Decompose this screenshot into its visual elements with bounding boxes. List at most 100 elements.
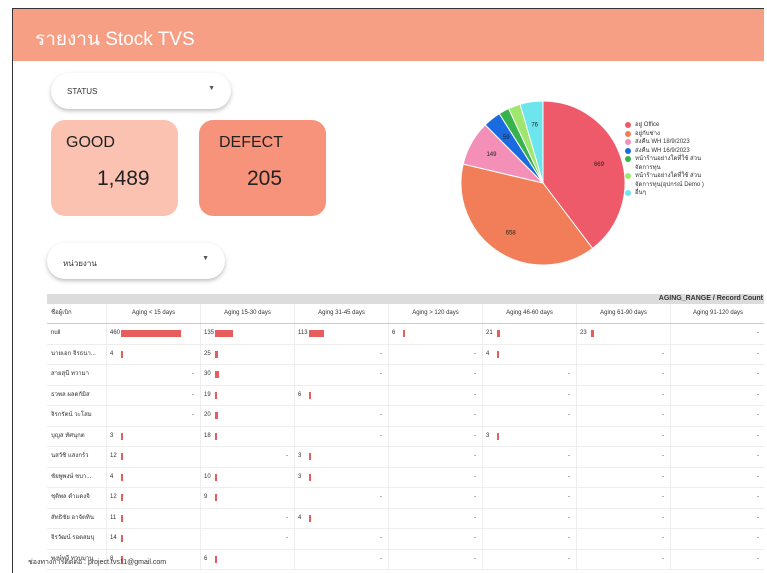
cell-empty: - [662, 391, 664, 398]
table-cell: - [295, 365, 389, 385]
cell-value: 135 [204, 330, 215, 336]
table-cell: - [389, 365, 483, 385]
legend-dot-icon [625, 190, 631, 196]
cell-bar [121, 473, 123, 481]
table-cell: - [577, 365, 671, 385]
cell-empty: - [757, 412, 759, 418]
table-cell: - [295, 488, 389, 508]
cell-empty: - [380, 350, 382, 357]
table-cell: - [577, 488, 671, 508]
cell-value: 3 [110, 432, 114, 439]
unit-dropdown[interactable]: หน่วยงาน ▼ [47, 243, 225, 279]
cell-empty: - [568, 473, 570, 480]
cell-empty: - [380, 432, 382, 439]
cell-empty: - [380, 535, 382, 541]
table-row: ชุติพล ดำแดงจิ 12 9 - - - - - [47, 488, 764, 509]
cell-empty: - [662, 555, 664, 562]
table-cell: - [577, 344, 671, 364]
cell-empty: - [286, 535, 288, 541]
cell-value: 18 [204, 432, 211, 439]
row-name-cell: บุญส ทัศนุกต [47, 426, 107, 446]
header-bar: รายงาน Stock TVS [13, 9, 764, 61]
status-dropdown-label: STATUS [67, 87, 98, 96]
cell-bar [121, 453, 123, 460]
table-column-header[interactable]: Aging < 15 days [107, 304, 201, 323]
table-cell: - [389, 344, 483, 364]
legend-item: หน้าร้านอย่างใดที่ใช้ ส่วนจัดการทุน [625, 155, 715, 172]
legend-label: หน้าร้านอย่างใดที่ใช้ ส่วนจัดการทุน(อุปก… [635, 173, 704, 188]
cell-empty: - [474, 535, 476, 541]
table-cell: - [483, 406, 577, 426]
table-cell: - [671, 550, 764, 570]
cell-bar [215, 350, 219, 358]
cell-empty: - [568, 371, 570, 377]
table-cell: - [577, 529, 671, 549]
cell-empty: - [286, 453, 288, 459]
table-cell: - [671, 509, 764, 529]
cell-bar [309, 391, 311, 399]
cell-empty: - [286, 514, 288, 521]
table-cell: 30 [201, 365, 295, 385]
table-cell: - [107, 385, 201, 405]
cell-bar [309, 330, 324, 337]
table-cell: - [577, 508, 671, 528]
status-dropdown[interactable]: STATUS ▼ [51, 73, 231, 109]
table-column-header[interactable]: Aging 46-60 days [483, 304, 577, 323]
cell-bar [121, 330, 181, 337]
table-cell: 135 [201, 324, 295, 344]
table-cell: - [389, 508, 483, 528]
cell-empty: - [757, 371, 759, 377]
cell-bar [215, 391, 218, 399]
table-cell: - [389, 406, 483, 426]
table-cell: - [389, 385, 483, 405]
cell-value: 3 [486, 432, 490, 439]
cell-value: 4 [110, 473, 114, 480]
good-card: GOOD 1,489 [51, 120, 178, 216]
aging-table: AGING_RANGE / Record Count ชื่อผู้เบิก Ag… [47, 294, 764, 570]
cell-bar [121, 494, 123, 501]
cell-empty: - [662, 473, 664, 480]
cell-bar [121, 432, 123, 440]
pie-data-label: 658 [506, 230, 517, 236]
cell-value: 20 [204, 412, 211, 418]
defect-card: DEFECT 205 [199, 120, 326, 216]
table-column-header[interactable]: ชื่อผู้เบิก [47, 304, 107, 323]
table-column-header[interactable]: Aging 15-30 days [201, 304, 295, 323]
legend-item: ส่งคืน WH 16/9/2023 [625, 147, 715, 156]
row-name-cell: จิรวัฒน์ รอดสมบุ [47, 529, 107, 549]
table-cell: - [483, 508, 577, 528]
report-frame: รายงาน Stock TVS STATUS ▼ GOOD 1,489 DEF… [12, 8, 764, 573]
cell-empty: - [568, 555, 570, 562]
table-row: null 460 135 113 6 21 23 - [47, 324, 764, 345]
pie-data-label: 59 [503, 135, 510, 141]
table-column-header[interactable]: Aging > 120 days [389, 304, 483, 323]
table-cell: 12 [107, 488, 201, 508]
table-cell: - [577, 406, 671, 426]
table-cell: 3 [295, 467, 389, 487]
table-cell: - [483, 529, 577, 549]
cell-bar [497, 330, 500, 337]
cell-value: 3 [298, 473, 302, 480]
table-cell: - [671, 468, 764, 488]
table-row: จิรวัฒน์ รอดสมบุ 14 - - - - - - [47, 529, 764, 550]
table-cell: 6 [201, 549, 295, 569]
table-column-header[interactable]: Aging 61-90 days [577, 304, 671, 323]
contact-footer: ช่องทางการติดต่อ : project.tvs11@gmail.c… [28, 559, 167, 566]
table-row: บุญส ทัศนุกต 3 18- -3- - [47, 426, 764, 447]
table-cell: - [671, 386, 764, 406]
table-cell: 6 [295, 385, 389, 405]
cell-value: 25 [204, 350, 211, 357]
cell-empty: - [380, 371, 382, 377]
table-column-header[interactable]: Aging 91-120 days [671, 304, 764, 323]
table-cell: - [107, 406, 201, 426]
table-cell: - [201, 447, 295, 467]
cell-empty: - [757, 514, 759, 521]
cell-value: 113 [298, 330, 308, 336]
cell-value: 10 [204, 473, 211, 480]
table-column-header[interactable]: Aging 31-45 days [295, 304, 389, 323]
cell-bar [403, 330, 405, 337]
cell-value: 12 [110, 453, 117, 459]
cell-empty: - [568, 494, 570, 500]
row-name-cell: นสวัชิ แสงกร์ว [47, 447, 107, 467]
legend-dot-icon [625, 122, 631, 128]
